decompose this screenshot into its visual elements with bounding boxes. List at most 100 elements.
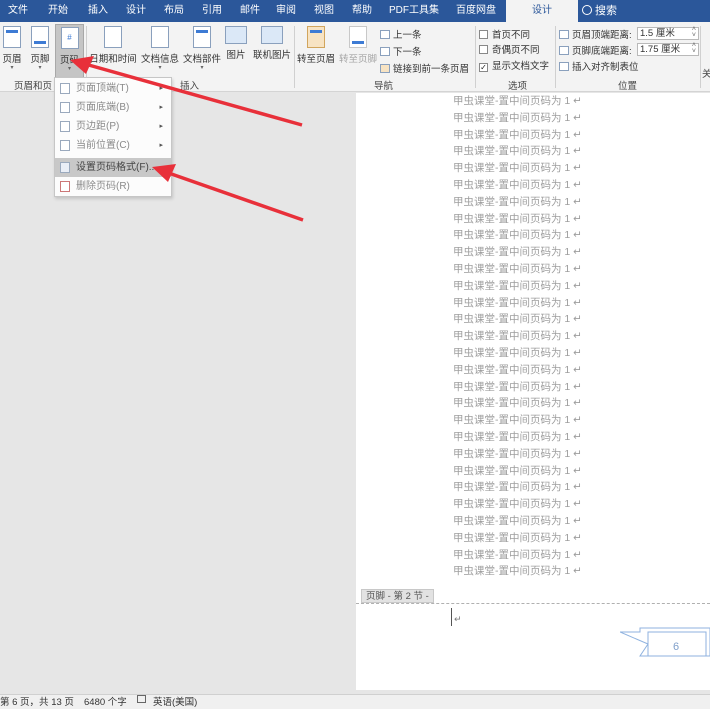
group-separator <box>555 26 556 88</box>
group-separator <box>294 26 295 88</box>
document-line[interactable]: 甲虫课堂-置中间页码为 1 ↵ <box>453 295 603 312</box>
online-picture-button[interactable]: 联机图片 <box>251 24 293 78</box>
document-line[interactable]: 甲虫课堂-置中间页码为 1 ↵ <box>453 530 603 547</box>
document-line[interactable]: 甲虫课堂-置中间页码为 1 ↵ <box>453 194 603 211</box>
show-doc-text-checkbox[interactable]: ✓ 显示文档文字 <box>479 58 549 72</box>
document-line[interactable]: 甲虫课堂-置中间页码为 1 ↵ <box>453 563 603 580</box>
picture-button[interactable]: 图片 <box>224 24 248 78</box>
document-line[interactable]: 甲虫课堂-置中间页码为 1 ↵ <box>453 227 603 244</box>
document-line[interactable]: 甲虫课堂-置中间页码为 1 ↵ <box>453 160 603 177</box>
tab-insert[interactable]: 插入 <box>80 0 116 22</box>
document-line[interactable]: 甲虫课堂-置中间页码为 1 ↵ <box>453 395 603 412</box>
goto-footer-button[interactable]: 转至页脚 <box>338 24 378 78</box>
checkmark-icon: ✓ <box>479 63 488 72</box>
tab-references[interactable]: 引用 <box>194 0 230 22</box>
document-line[interactable]: 甲虫课堂-置中间页码为 1 ↵ <box>453 244 603 261</box>
document-line[interactable]: 甲虫课堂-置中间页码为 1 ↵ <box>453 93 603 110</box>
tab-layout[interactable]: 布局 <box>156 0 192 22</box>
insert-align-tab-button[interactable]: 插入对齐制表位 <box>559 59 639 73</box>
tab-design[interactable]: 设计 <box>118 0 154 22</box>
show-doc-text-label: 显示文档文字 <box>492 61 550 72</box>
doc-info-icon <box>151 26 169 48</box>
document-line[interactable]: 甲虫课堂-置中间页码为 1 ↵ <box>453 479 603 496</box>
tab-baidu-netdisk[interactable]: 百度网盘 <box>450 0 502 22</box>
diff-odd-even-checkbox[interactable]: 奇偶页不同 <box>479 42 540 56</box>
next-icon <box>380 47 390 56</box>
document-line[interactable]: 甲虫课堂-置中间页码为 1 ↵ <box>453 311 603 328</box>
document-line[interactable]: 甲虫课堂-置中间页码为 1 ↵ <box>453 446 603 463</box>
goto-header-label: 转至页眉 <box>296 54 335 65</box>
tab-help[interactable]: 帮助 <box>344 0 380 22</box>
page-margin-icon <box>60 121 70 132</box>
document-line[interactable]: 甲虫课堂-置中间页码为 1 ↵ <box>453 429 603 446</box>
calendar-icon <box>104 26 122 48</box>
doc-info-button[interactable]: 文档信息 ▾ <box>140 24 180 78</box>
header-top-distance-input[interactable]: 1.5 厘米 ˄ ˅ <box>637 26 699 40</box>
page-bottom-icon <box>60 102 70 113</box>
footer-button[interactable]: 页脚 ▾ <box>27 24 53 78</box>
doc-parts-button[interactable]: 文档部件 ▾ <box>182 24 222 78</box>
date-time-button[interactable]: 日期和时间 <box>88 24 138 78</box>
link-previous-button[interactable]: 链接到前一条页眉 <box>380 61 469 75</box>
document-line[interactable]: 甲虫课堂-置中间页码为 1 ↵ <box>453 143 603 160</box>
tab-review[interactable]: 审阅 <box>268 0 304 22</box>
page-number-ribbon-shape[interactable]: 6 <box>620 626 710 662</box>
header-distance-icon <box>559 30 569 39</box>
document-line[interactable]: 甲虫课堂-置中间页码为 1 ↵ <box>453 496 603 513</box>
document-line[interactable]: 甲虫课堂-置中间页码为 1 ↵ <box>453 463 603 480</box>
page-number-button-label: 页码 <box>59 55 79 66</box>
menu-item-bottom-of-page[interactable]: 页面底端(B) ▸ <box>55 98 171 117</box>
goto-header-button[interactable]: 转至页眉 <box>296 24 336 78</box>
menu-item-page-margins[interactable]: 页边距(P) ▸ <box>55 117 171 136</box>
search-box[interactable]: 搜索 <box>582 0 617 22</box>
document-line[interactable]: 甲虫课堂-置中间页码为 1 ↵ <box>453 379 603 396</box>
doc-parts-label: 文档部件 <box>182 54 221 65</box>
page-number-value: 6 <box>673 641 679 653</box>
document-line[interactable]: 甲虫课堂-置中间页码为 1 ↵ <box>453 261 603 278</box>
menu-item-format-page-numbers[interactable]: 设置页码格式(F)... <box>55 158 171 177</box>
status-page-count[interactable]: 第 6 页，共 13 页 <box>0 695 74 709</box>
group-separator <box>475 26 476 88</box>
document-line[interactable]: 甲虫课堂-置中间页码为 1 ↵ <box>453 110 603 127</box>
previous-button[interactable]: 上一条 <box>380 27 422 41</box>
document-line[interactable]: 甲虫课堂-置中间页码为 1 ↵ <box>453 278 603 295</box>
text-cursor <box>451 608 452 626</box>
next-button[interactable]: 下一条 <box>380 44 422 58</box>
remove-page-number-icon <box>60 181 70 192</box>
document-line[interactable]: 甲虫课堂-置中间页码为 1 ↵ <box>453 127 603 144</box>
header-top-distance-label: 页眉顶端距离: <box>559 27 632 41</box>
document-line[interactable]: 甲虫课堂-置中间页码为 1 ↵ <box>453 177 603 194</box>
document-line[interactable]: 甲虫课堂-置中间页码为 1 ↵ <box>453 362 603 379</box>
spinner-arrows-icon[interactable]: ˄ ˅ <box>692 42 696 55</box>
page-number-button[interactable]: # 页码 ▾ <box>55 24 84 78</box>
diff-odd-even-label: 奇偶页不同 <box>492 45 540 56</box>
status-word-count[interactable]: 6480 个字 <box>84 695 127 709</box>
menu-item-remove-page-numbers[interactable]: 删除页码(R) <box>55 177 171 196</box>
page-top-icon <box>60 83 70 94</box>
insert-align-tab-label: 插入对齐制表位 <box>572 62 639 73</box>
menu-item-top-of-page[interactable]: 页面顶端(T) ▸ <box>55 79 171 98</box>
menu-item-current-position[interactable]: 当前位置(C) ▸ <box>55 136 171 155</box>
tab-mailings[interactable]: 邮件 <box>232 0 268 22</box>
footer-bottom-distance-input[interactable]: 1.75 厘米 ˄ ˅ <box>637 42 699 56</box>
document-line[interactable]: 甲虫课堂-置中间页码为 1 ↵ <box>453 513 603 530</box>
document-line[interactable]: 甲虫课堂-置中间页码为 1 ↵ <box>453 345 603 362</box>
align-tab-icon <box>559 62 569 71</box>
tab-home[interactable]: 开始 <box>40 0 76 22</box>
chevron-down-icon: ▾ <box>200 65 204 71</box>
status-language[interactable]: 英语(美国) <box>153 695 197 709</box>
document-line[interactable]: 甲虫课堂-置中间页码为 1 ↵ <box>453 412 603 429</box>
tab-view[interactable]: 视图 <box>306 0 342 22</box>
spinner-arrows-icon[interactable]: ˄ ˅ <box>692 26 696 39</box>
diff-first-page-checkbox[interactable]: 首页不同 <box>479 27 530 41</box>
footer-icon <box>31 26 49 48</box>
tab-file[interactable]: 文件 <box>0 0 36 22</box>
group-label-close: 关 <box>702 69 710 80</box>
tab-header-footer-design[interactable]: 设计 <box>506 0 578 22</box>
tab-pdf-tools[interactable]: PDF工具集 <box>384 0 444 22</box>
header-button[interactable]: 页眉 ▾ <box>0 24 24 78</box>
document-line[interactable]: 甲虫课堂-置中间页码为 1 ↵ <box>453 211 603 228</box>
document-line[interactable]: 甲虫课堂-置中间页码为 1 ↵ <box>453 328 603 345</box>
document-body-text[interactable]: 甲虫课堂-置中间页码为 1 ↵ 甲虫课堂-置中间页码为 1 ↵ 甲虫课堂-置中间页码… <box>453 93 603 580</box>
document-line[interactable]: 甲虫课堂-置中间页码为 1 ↵ <box>453 547 603 564</box>
